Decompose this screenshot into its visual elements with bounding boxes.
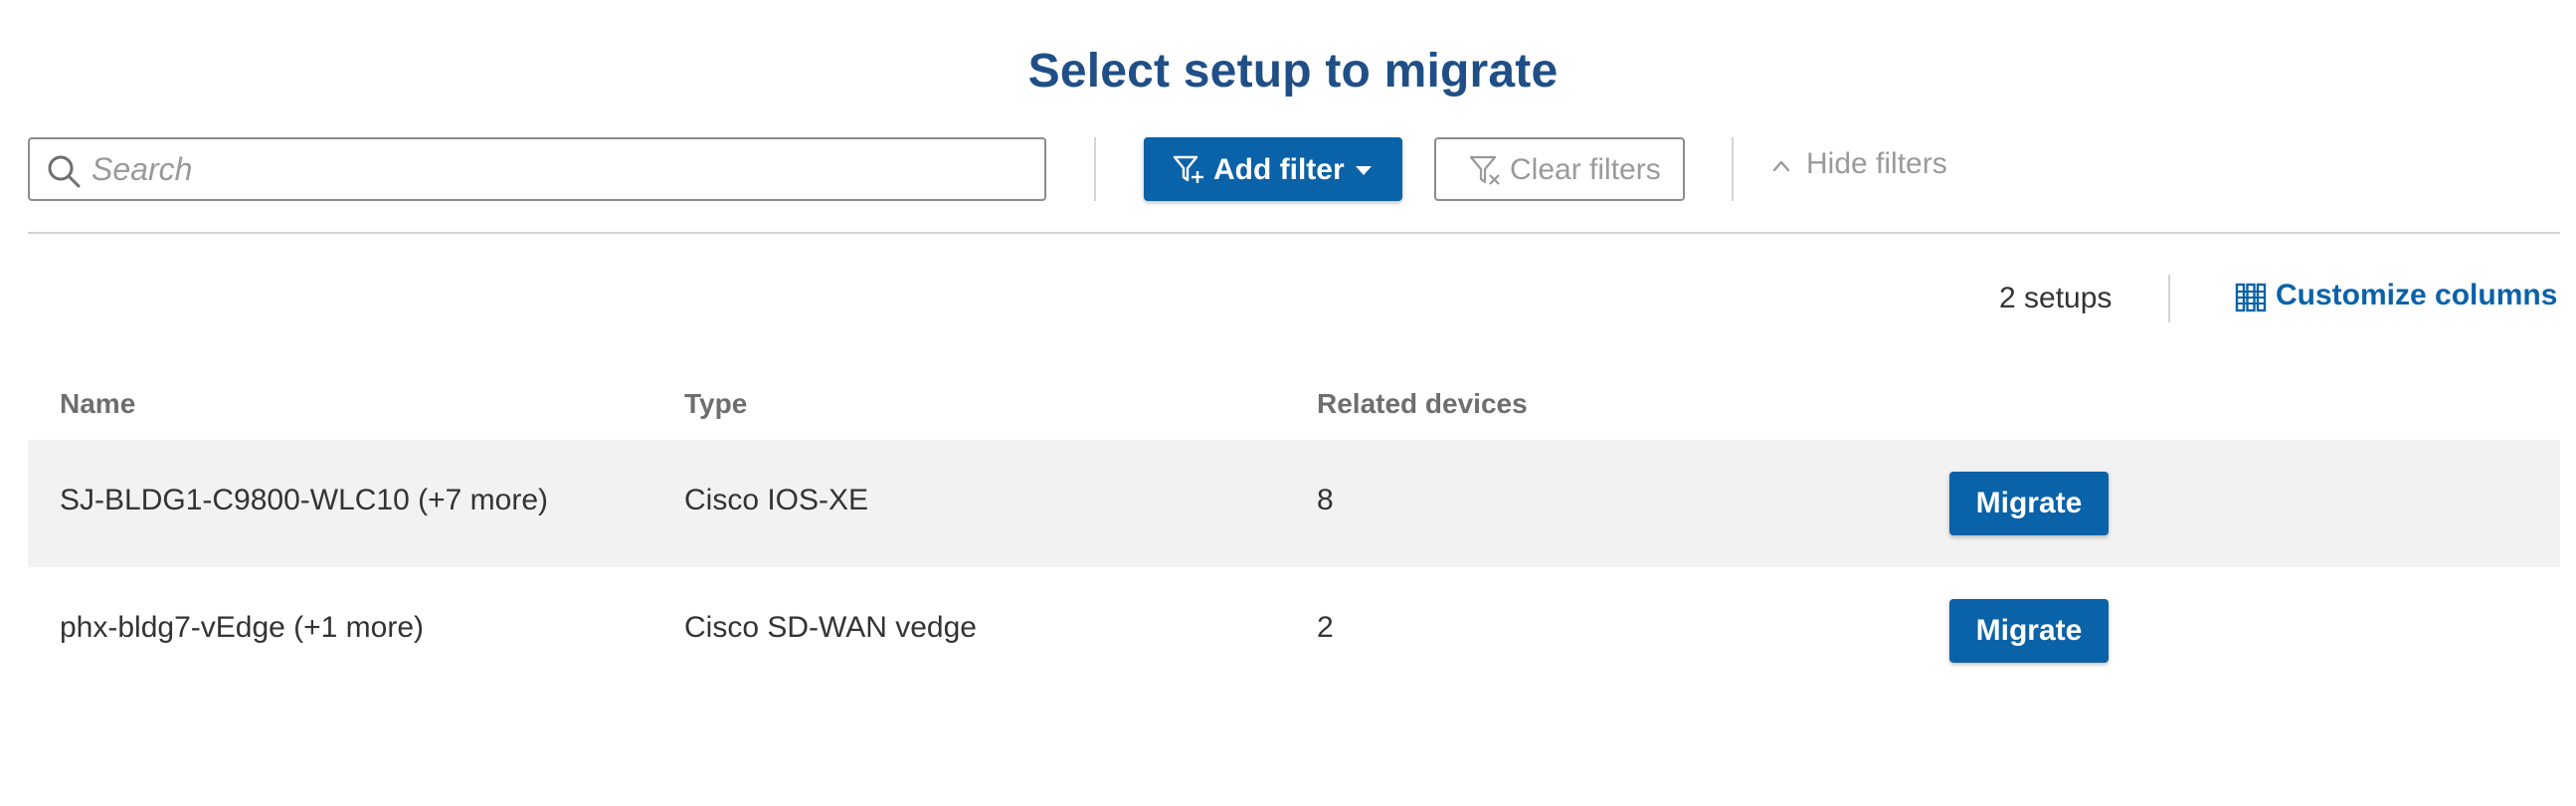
search-icon (48, 155, 81, 188)
cell-type: Cisco SD-WAN vedge (684, 611, 977, 644)
cell-related-devices: 2 (1317, 611, 1334, 644)
toolbar-divider (1094, 137, 1096, 201)
section-divider (28, 232, 2560, 234)
add-filter-label: Add filter (1213, 153, 1345, 186)
table-row: SJ-BLDG1-C9800-WLC10 (+7 more) Cisco IOS… (28, 440, 2560, 567)
clear-filters-button[interactable]: Clear filters (1434, 137, 1685, 201)
setup-count: 2 setups (1999, 282, 2113, 314)
toolbar-divider (1732, 137, 1734, 201)
table-header: Name Type Related devices (28, 374, 2560, 440)
columns-icon (2235, 283, 2267, 312)
filter-bar: Add filter Clear filters Hide filters (28, 137, 2560, 201)
page-title: Select setup to migrate (1027, 45, 1559, 98)
caret-down-icon (1356, 166, 1372, 175)
column-header-name[interactable]: Name (60, 388, 135, 420)
migrate-button[interactable]: Migrate (1949, 472, 2109, 535)
search-input[interactable] (92, 147, 1026, 191)
cell-related-devices: 8 (1317, 484, 1334, 516)
migrate-button[interactable]: Migrate (1949, 599, 2109, 663)
column-header-related-devices[interactable]: Related devices (1317, 388, 1528, 420)
filter-add-icon (1173, 155, 1203, 183)
cell-name: SJ-BLDG1-C9800-WLC10 (+7 more) (60, 484, 549, 516)
customize-columns-label: Customize columns (2276, 279, 2558, 311)
table-row: phx-bldg7-vEdge (+1 more) Cisco SD-WAN v… (28, 567, 2560, 695)
chevron-up-icon (1772, 160, 1790, 172)
setups-table: Name Type Related devices SJ-BLDG1-C9800… (28, 374, 2560, 695)
cell-type: Cisco IOS-XE (684, 484, 869, 516)
cell-name: phx-bldg7-vEdge (+1 more) (60, 611, 425, 644)
clear-filters-label: Clear filters (1510, 153, 1661, 186)
filter-clear-icon (1469, 155, 1500, 185)
column-header-type[interactable]: Type (684, 388, 747, 420)
add-filter-button[interactable]: Add filter (1144, 137, 1402, 201)
hide-filters-label: Hide filters (1806, 147, 1947, 180)
search-field[interactable] (28, 137, 1046, 201)
summary-divider (2168, 275, 2170, 322)
